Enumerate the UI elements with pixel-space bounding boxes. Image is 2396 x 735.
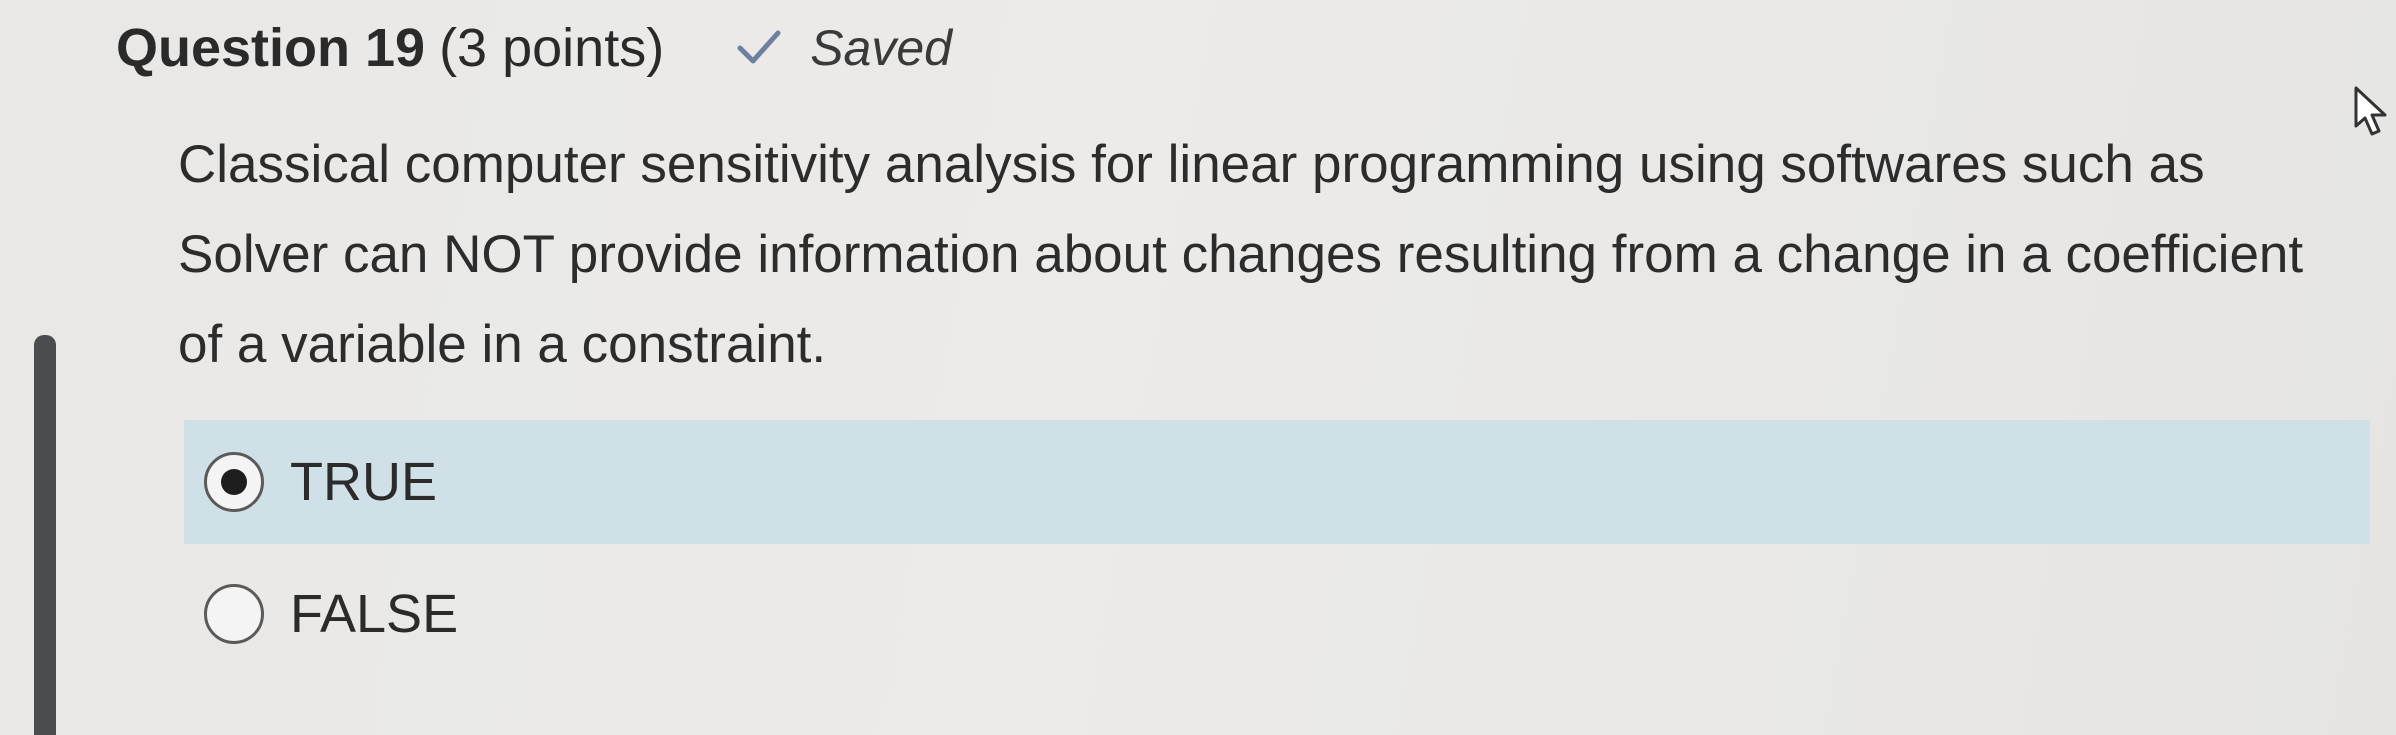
left-accent-bar xyxy=(34,335,56,735)
radio-dot xyxy=(221,469,247,495)
radio-selected-icon[interactable] xyxy=(204,452,264,512)
option-false-label[interactable]: FALSE xyxy=(290,583,458,645)
option-true[interactable]: TRUE xyxy=(184,420,2370,544)
question-number: Question 19 xyxy=(116,18,426,78)
question-points: (3 points) xyxy=(439,18,665,78)
radio-empty-icon[interactable] xyxy=(204,584,264,644)
option-true-label[interactable]: TRUE xyxy=(290,451,437,513)
saved-label: Saved xyxy=(810,20,952,76)
checkmark-icon xyxy=(737,30,781,64)
option-false[interactable]: FALSE xyxy=(184,552,2370,676)
saved-status: Saved xyxy=(736,19,952,77)
mouse-pointer-icon xyxy=(2354,86,2387,136)
question-header: Question 19 (3 points) Saved xyxy=(116,8,952,88)
question-text: Classical computer sensitivity analysis … xyxy=(178,135,2304,374)
